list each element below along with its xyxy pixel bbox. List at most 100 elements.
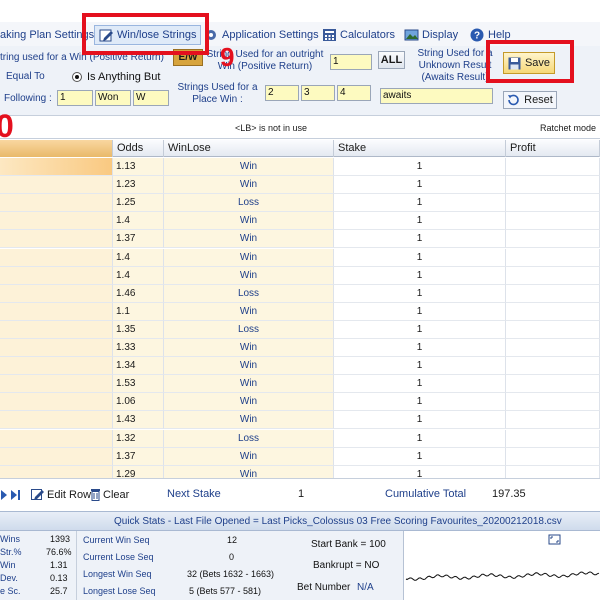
expand-icon[interactable]: [548, 534, 561, 545]
grid-cell-stake[interactable]: 1: [334, 230, 506, 249]
grid-cell-odds[interactable]: 1.4: [113, 248, 164, 267]
grid-cell-odds[interactable]: 1.37: [113, 447, 164, 466]
table-row[interactable]: 1.34 Win 1: [0, 357, 600, 376]
grid-cell-first[interactable]: [0, 194, 113, 213]
grid-cell-profit[interactable]: [506, 212, 600, 231]
grid-cell-profit[interactable]: [506, 194, 600, 213]
grid-cell-odds[interactable]: 1.32: [113, 429, 164, 448]
grid-cell-stake[interactable]: 1: [334, 302, 506, 321]
grid-cell-profit[interactable]: [506, 411, 600, 430]
following-input-3[interactable]: W: [133, 90, 169, 106]
grid-cell-profit[interactable]: [506, 266, 600, 285]
grid-cell-profit[interactable]: [506, 158, 600, 176]
grid-cell-first[interactable]: [0, 375, 113, 394]
table-row[interactable]: 1.29 Win 1: [0, 465, 600, 478]
reset-button[interactable]: Reset: [503, 91, 557, 109]
grid-cell-first[interactable]: [0, 357, 113, 376]
grid-cell-winlose[interactable]: Win: [164, 158, 334, 176]
table-row[interactable]: 1.37 Win 1: [0, 230, 600, 249]
table-row[interactable]: 1.4 Win 1: [0, 248, 600, 267]
table-row[interactable]: 1.23 Win 1: [0, 176, 600, 195]
place-input-1[interactable]: 2: [265, 85, 299, 101]
outright-input[interactable]: 1: [330, 54, 372, 70]
grid-cell-winlose[interactable]: Win: [164, 212, 334, 231]
table-row[interactable]: 1.43 Win 1: [0, 411, 600, 430]
grid-cell-odds[interactable]: 1.4: [113, 212, 164, 231]
table-row[interactable]: 1.1 Win 1: [0, 302, 600, 321]
grid-cell-first[interactable]: [0, 158, 113, 176]
grid-cell-first[interactable]: [0, 465, 113, 478]
grid-cell-profit[interactable]: [506, 176, 600, 195]
table-row[interactable]: 1.33 Win 1: [0, 339, 600, 357]
grid-cell-profit[interactable]: [506, 429, 600, 448]
grid-cell-profit[interactable]: [506, 284, 600, 303]
grid-cell-odds[interactable]: 1.4: [113, 266, 164, 285]
grid-header-winlose[interactable]: WinLose: [164, 140, 334, 157]
menu-calculators[interactable]: Calculators: [322, 26, 395, 44]
grid-cell-profit[interactable]: [506, 447, 600, 466]
grid-cell-winlose[interactable]: Win: [164, 447, 334, 466]
menu-display[interactable]: Display: [404, 26, 458, 44]
table-row[interactable]: 1.35 Loss 1: [0, 320, 600, 339]
grid-cell-odds[interactable]: 1.35: [113, 320, 164, 339]
all-button[interactable]: ALL: [378, 51, 405, 69]
grid-cell-winlose[interactable]: Win: [164, 302, 334, 321]
grid-cell-stake[interactable]: 1: [334, 393, 506, 412]
grid-cell-winlose[interactable]: Loss: [164, 284, 334, 303]
grid-cell-profit[interactable]: [506, 230, 600, 249]
grid-cell-stake[interactable]: 1: [334, 465, 506, 478]
grid-cell-stake[interactable]: 1: [334, 194, 506, 213]
grid-cell-odds[interactable]: 1.37: [113, 230, 164, 249]
is-anything-but-radio[interactable]: [72, 72, 82, 82]
grid-cell-odds[interactable]: 1.46: [113, 284, 164, 303]
grid-cell-odds[interactable]: 1.23: [113, 176, 164, 195]
grid-cell-first[interactable]: [0, 212, 113, 231]
menu-staking-plan-settings[interactable]: aking Plan Settings: [0, 26, 94, 44]
grid-cell-winlose[interactable]: Win: [164, 230, 334, 249]
grid-cell-profit[interactable]: [506, 302, 600, 321]
grid-header-row-col[interactable]: [0, 140, 113, 157]
grid-cell-odds[interactable]: 1.29: [113, 465, 164, 478]
grid-cell-first[interactable]: [0, 230, 113, 249]
grid-cell-odds[interactable]: 1.34: [113, 357, 164, 376]
grid-cell-profit[interactable]: [506, 375, 600, 394]
grid-header-stake[interactable]: Stake: [334, 140, 506, 157]
grid-header-profit[interactable]: Profit: [506, 140, 600, 157]
grid-cell-first[interactable]: [0, 284, 113, 303]
following-input-1[interactable]: 1: [57, 90, 93, 106]
grid-cell-winlose[interactable]: Win: [164, 248, 334, 267]
grid-cell-winlose[interactable]: Win: [164, 339, 334, 357]
grid-cell-stake[interactable]: 1: [334, 284, 506, 303]
grid-cell-winlose[interactable]: Win: [164, 411, 334, 430]
table-row[interactable]: 1.25 Loss 1: [0, 194, 600, 213]
table-row[interactable]: 1.13 Win 1: [0, 158, 600, 176]
grid-cell-first[interactable]: [0, 429, 113, 448]
grid-cell-odds[interactable]: 1.25: [113, 194, 164, 213]
place-input-3[interactable]: 4: [337, 85, 371, 101]
table-row[interactable]: 1.4 Win 1: [0, 212, 600, 231]
grid-cell-odds[interactable]: 1.43: [113, 411, 164, 430]
grid-cell-winlose[interactable]: Loss: [164, 429, 334, 448]
grid-cell-first[interactable]: [0, 302, 113, 321]
table-row[interactable]: 1.46 Loss 1: [0, 284, 600, 303]
grid-cell-winlose[interactable]: Win: [164, 465, 334, 478]
grid-cell-stake[interactable]: 1: [334, 248, 506, 267]
grid-cell-profit[interactable]: [506, 393, 600, 412]
grid-cell-first[interactable]: [0, 176, 113, 195]
table-row[interactable]: 1.4 Win 1: [0, 266, 600, 285]
grid-cell-stake[interactable]: 1: [334, 266, 506, 285]
grid-cell-first[interactable]: [0, 447, 113, 466]
grid-cell-stake[interactable]: 1: [334, 212, 506, 231]
grid-cell-profit[interactable]: [506, 320, 600, 339]
grid-cell-winlose[interactable]: Loss: [164, 320, 334, 339]
following-input-2[interactable]: Won: [95, 90, 131, 106]
grid-cell-first[interactable]: [0, 248, 113, 267]
grid-cell-winlose[interactable]: Win: [164, 393, 334, 412]
grid-cell-first[interactable]: [0, 339, 113, 357]
grid-cell-first[interactable]: [0, 266, 113, 285]
grid-cell-stake[interactable]: 1: [334, 158, 506, 176]
grid-cell-odds[interactable]: 1.33: [113, 339, 164, 357]
grid-header-odds[interactable]: Odds: [113, 140, 164, 157]
place-input-2[interactable]: 3: [301, 85, 335, 101]
table-row[interactable]: 1.53 Win 1: [0, 375, 600, 394]
